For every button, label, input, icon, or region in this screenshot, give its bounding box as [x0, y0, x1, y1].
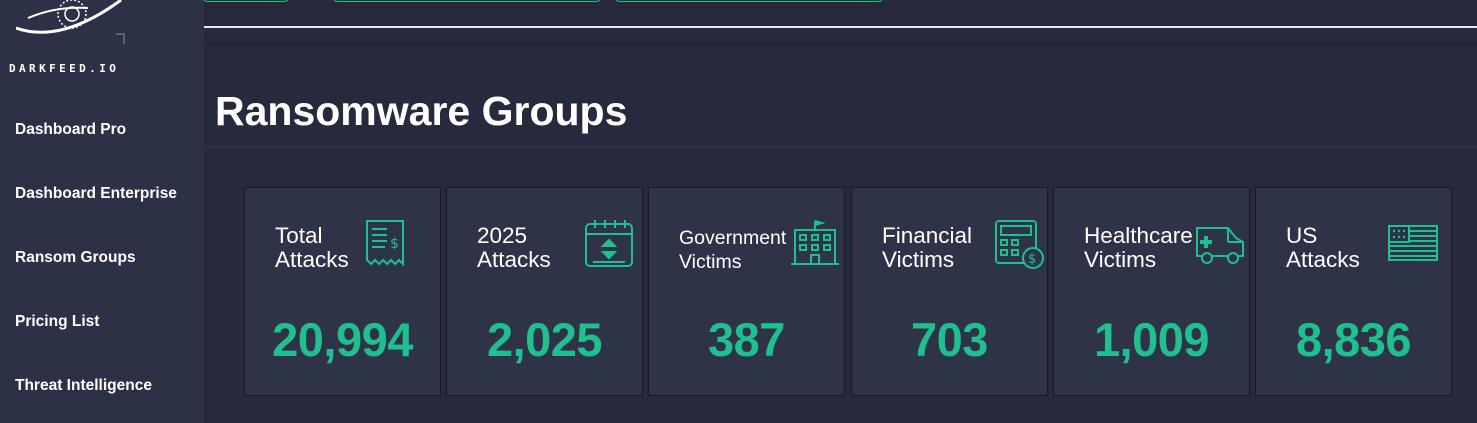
card-label: Healthcare Victims — [1084, 223, 1193, 272]
stat-card-government-victims: Government Victims 387 — [648, 187, 845, 396]
divider — [204, 26, 1477, 28]
card-label: Total Attacks — [275, 223, 349, 272]
calculator-dollar-icon: $ — [995, 220, 1044, 269]
top-tab-button[interactable] — [202, 0, 290, 2]
government-building-icon — [791, 220, 839, 265]
card-label: US Attacks — [1286, 223, 1360, 272]
card-value: 2,025 — [486, 313, 603, 366]
stat-card-financial-victims: Financial Victims $ 703 — [851, 187, 1048, 396]
card-label: Government Victims — [679, 227, 787, 273]
sidebar-nav: Dashboard Pro Dashboard Enterprise Ranso… — [0, 98, 204, 418]
eye-logo-icon — [16, 0, 125, 44]
stat-card-us-attacks: US Attacks 8,836 — [1255, 187, 1452, 396]
logo-text: DARKFEED.IO — [9, 62, 120, 75]
svg-text:$: $ — [390, 236, 399, 252]
receipt-dollar-icon: $ — [366, 220, 404, 267]
stat-card-2025-attacks: 2025 Attacks 2,025 — [446, 187, 643, 396]
card-label: 2025 Attacks — [477, 223, 551, 272]
divider — [204, 43, 1477, 44]
card-value: 387 — [708, 313, 785, 366]
card-value: 703 — [911, 313, 988, 366]
card-value: 8,836 — [1295, 313, 1412, 366]
sidebar-item-threat-intelligence[interactable]: Threat Intelligence — [0, 354, 204, 418]
main-content: Ransomware Groups Total Attacks $ 20,994… — [202, 0, 1477, 423]
svg-text:$: $ — [1028, 252, 1036, 267]
card-label: Financial Victims — [882, 223, 973, 272]
card-value: 20,994 — [272, 313, 413, 366]
us-flag-icon — [1388, 225, 1438, 261]
ambulance-icon — [1196, 227, 1244, 264]
stat-card-total-attacks: Total Attacks $ 20,994 — [244, 187, 441, 396]
page-title: Ransomware Groups — [215, 88, 628, 134]
sidebar-item-dashboard-enterprise[interactable]: Dashboard Enterprise — [0, 162, 204, 226]
divider — [204, 146, 1477, 147]
top-tab-button[interactable] — [332, 0, 602, 2]
calendar-icon — [585, 220, 633, 267]
sidebar-item-ransom-groups[interactable]: Ransom Groups — [0, 226, 204, 290]
top-tab-button[interactable] — [614, 0, 884, 2]
sidebar-item-dashboard-pro[interactable]: Dashboard Pro — [0, 98, 204, 162]
sidebar: DARKFEED.IO Dashboard Pro Dashboard Ente… — [0, 0, 204, 423]
stat-card-healthcare-victims: Healthcare Victims 1,009 — [1053, 187, 1250, 396]
sidebar-item-pricing-list[interactable]: Pricing List — [0, 290, 204, 354]
card-value: 1,009 — [1093, 313, 1210, 366]
